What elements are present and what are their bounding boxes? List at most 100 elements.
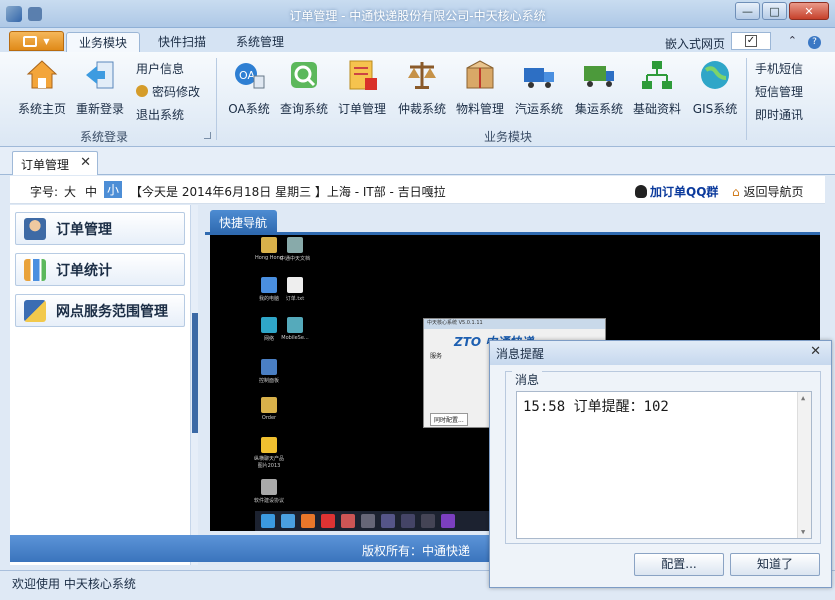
nav-label: 网点服务范围管理	[56, 303, 168, 320]
oa-button[interactable]: OA OA系统	[221, 56, 277, 117]
config-button[interactable]: 配置...	[634, 553, 724, 576]
nav-label: 订单统计	[56, 262, 112, 279]
font-size-label: 字号:	[30, 185, 59, 199]
order-label: 订单管理	[337, 102, 386, 116]
oa-label: OA系统	[228, 102, 270, 116]
consolidation-button[interactable]: 集运系统	[571, 56, 627, 117]
password-label: 密码修改	[152, 85, 201, 99]
document-tab-row: 订单管理 ✕	[0, 147, 835, 175]
im-button[interactable]: 即时通讯	[755, 106, 803, 123]
login-arrow-icon	[83, 58, 117, 92]
message-text: 15:58 订单提醒：102	[523, 399, 669, 415]
font-small-button[interactable]: 小	[104, 181, 123, 198]
close-button[interactable]: ✕	[789, 2, 829, 20]
home-button[interactable]: 系统主页	[14, 56, 70, 117]
qq-group-link[interactable]: 加订单QQ群	[635, 183, 718, 200]
chrome-icon	[321, 514, 335, 528]
nav-order-management[interactable]: 订单管理	[15, 212, 185, 245]
org-chart-icon	[640, 58, 674, 92]
app-icon	[421, 514, 435, 528]
globe-icon	[698, 58, 732, 92]
popup-close-icon[interactable]: ✕	[810, 344, 821, 359]
material-button[interactable]: 物料管理	[452, 56, 508, 117]
base-data-button[interactable]: 基础资料	[629, 56, 685, 117]
close-tab-icon[interactable]: ✕	[80, 155, 91, 170]
relogin-label: 重新登录	[75, 102, 124, 116]
title-bar: 订单管理 - 中通快递股份有限公司-中天核心系统 — □ ✕	[0, 0, 835, 28]
tab-quick-nav[interactable]: 快捷导航	[210, 210, 277, 233]
material-label: 物料管理	[455, 102, 504, 116]
person-icon	[24, 217, 46, 240]
menu-icon	[23, 35, 38, 47]
nav-order-statistics[interactable]: 订单统计	[15, 253, 185, 286]
query-icon	[287, 58, 321, 92]
freight-button[interactable]: 汽运系统	[511, 56, 567, 117]
ie-icon	[281, 514, 295, 528]
consolidation-label: 集运系统	[574, 102, 623, 116]
window-title: 订单管理 - 中通快递股份有限公司-中天核心系统	[289, 9, 546, 23]
house-icon	[25, 58, 59, 92]
user-info-button[interactable]: 用户信息	[136, 60, 184, 77]
embedded-button: 同时配置...	[430, 413, 468, 426]
app-icon	[341, 514, 355, 528]
logout-button[interactable]: 退出系统	[136, 106, 184, 123]
visual-studio-icon	[441, 514, 455, 528]
query-label: 查询系统	[279, 102, 328, 116]
message-textarea[interactable]: 15:58 订单提醒：102 ▲ ▼	[516, 391, 812, 539]
query-button[interactable]: 查询系统	[276, 56, 332, 117]
desktop-icon: MobileSe...	[278, 317, 312, 341]
desktop-icon: 纵横聊天产品图片2013	[252, 437, 286, 469]
font-large-button[interactable]: 大	[64, 183, 76, 200]
group-label-login: 系统登录	[80, 130, 129, 144]
sms-button[interactable]: 手机短信	[755, 60, 803, 77]
minimize-button[interactable]: —	[735, 2, 760, 20]
doc-tab-order[interactable]: 订单管理 ✕	[12, 151, 98, 175]
app-icon	[361, 514, 375, 528]
panel-splitter[interactable]	[190, 205, 198, 565]
sms-manage-button[interactable]: 短信管理	[755, 83, 803, 100]
arbitration-button[interactable]: 仲裁系统	[394, 56, 450, 117]
left-navigation: 订单管理 订单统计 网点服务范围管理	[10, 205, 190, 565]
collapse-ribbon-icon[interactable]: ⌃	[788, 34, 797, 47]
embedded-label: 服务	[430, 353, 443, 360]
gis-button[interactable]: GIS系统	[687, 56, 743, 117]
info-bar: 字号: 大 中 小 【今天是 2014年6月18日 星期三 】上海 - IT部 …	[10, 176, 825, 204]
ribbon: 系统主页 重新登录 用户信息 密码修改 退出系统 系统登录 OA OA系统 查询…	[0, 52, 835, 147]
tab-business[interactable]: 业务模块	[66, 32, 141, 52]
maximize-button[interactable]: □	[762, 2, 787, 20]
group-label-business: 业务模块	[484, 130, 533, 144]
font-medium-button[interactable]: 中	[85, 183, 97, 200]
acknowledge-button[interactable]: 知道了	[730, 553, 820, 576]
home-label: 系统主页	[17, 102, 66, 116]
embed-web-checkbox[interactable]: ✓	[731, 32, 771, 50]
scales-icon	[405, 58, 439, 92]
desktop-icon: 中通中天文档	[278, 237, 312, 262]
nav-service-area[interactable]: 网点服务范围管理	[15, 294, 185, 327]
message-scrollbar[interactable]: ▲ ▼	[797, 392, 811, 538]
base-data-label: 基础资料	[632, 102, 681, 116]
scroll-up-icon[interactable]: ▲	[801, 394, 805, 402]
password-button[interactable]: 密码修改	[136, 83, 200, 100]
desktop-icon: Order	[252, 397, 286, 421]
embed-web-label: 嵌入式网页	[664, 37, 725, 51]
help-icon[interactable]: ?	[808, 34, 821, 49]
group-launcher-icon[interactable]	[204, 132, 211, 139]
scroll-down-icon[interactable]: ▼	[801, 528, 805, 536]
back-label: 返回导航页	[743, 185, 804, 199]
tab-scan[interactable]: 快件扫描	[146, 32, 218, 52]
status-text: 欢迎使用 中天核心系统	[12, 577, 136, 591]
doc-tab-label: 订单管理	[21, 158, 70, 172]
qq-group-label: 加订单QQ群	[650, 185, 719, 199]
relogin-button[interactable]: 重新登录	[72, 56, 128, 117]
firefox-icon	[301, 514, 315, 528]
embedded-window-title: 中天核心系统 V5.0.1.11	[424, 319, 605, 329]
desktop-icon: 订单.txt	[278, 277, 312, 302]
back-to-nav-link[interactable]: ⌂ 返回导航页	[732, 183, 803, 200]
message-popup: 消息提醒 ✕ 消息 15:58 订单提醒：102 ▲ ▼ 配置... 知道了	[489, 340, 832, 588]
application-menu-button[interactable]: ▼	[9, 31, 64, 51]
tab-system[interactable]: 系统管理	[224, 32, 296, 52]
desktop-icon: 软件建设协议	[252, 479, 286, 504]
group-separator	[746, 58, 747, 140]
collapse-handle[interactable]	[192, 313, 198, 433]
order-button[interactable]: 订单管理	[334, 56, 390, 117]
